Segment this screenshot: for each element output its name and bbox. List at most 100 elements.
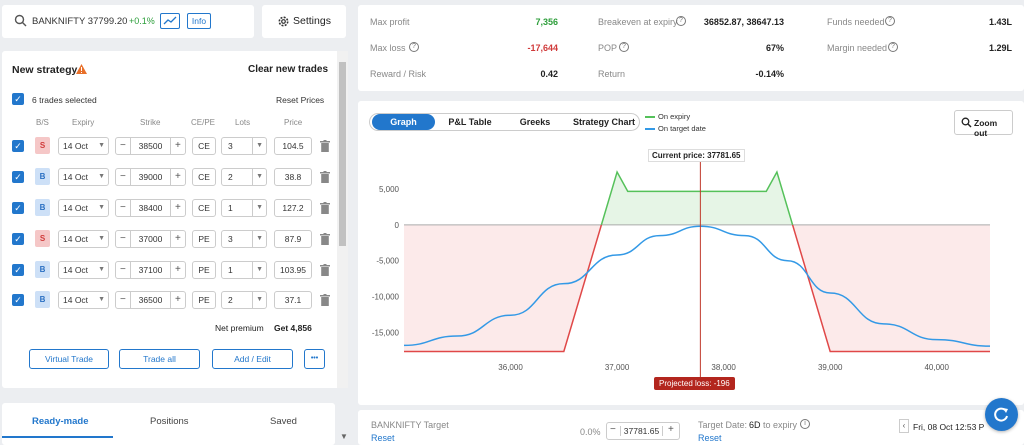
option-type[interactable]: CE [192, 137, 216, 155]
strike-value[interactable]: 37000 [130, 231, 171, 247]
strike-stepper[interactable]: − 37100 + [115, 261, 186, 279]
expiry-select[interactable]: 14 Oct ▼ [58, 230, 109, 248]
expiry-select[interactable]: 14 Oct ▼ [58, 199, 109, 217]
decrement-button[interactable]: − [120, 292, 126, 308]
target-stepper[interactable]: − 37781.65 + [606, 422, 680, 440]
trade-all-button[interactable]: Trade all [119, 349, 200, 369]
increment-button[interactable]: + [175, 138, 181, 154]
tab-pl-table[interactable]: P&L Table [440, 114, 500, 130]
expiry-select[interactable]: 14 Oct ▼ [58, 261, 109, 279]
price-input[interactable]: 103.95 [274, 261, 312, 279]
strike-stepper[interactable]: − 38500 + [115, 137, 186, 155]
info-icon[interactable]: ? [676, 16, 686, 26]
strike-stepper[interactable]: − 37000 + [115, 230, 186, 248]
row-checkbox[interactable]: ✓ [12, 202, 24, 214]
increment-button[interactable]: + [175, 262, 181, 278]
row-checkbox[interactable]: ✓ [12, 233, 24, 245]
strike-stepper[interactable]: − 38400 + [115, 199, 186, 217]
decrement-button[interactable]: − [120, 200, 126, 216]
trash-icon[interactable] [320, 202, 330, 216]
strike-stepper[interactable]: − 36500 + [115, 291, 186, 309]
increment-button[interactable]: + [175, 231, 181, 247]
info-icon[interactable]: ? [619, 42, 629, 52]
refresh-fab[interactable] [985, 398, 1018, 431]
strike-value[interactable]: 38500 [130, 138, 171, 154]
bs-badge[interactable]: B [35, 199, 50, 216]
add-edit-button[interactable]: Add / Edit [212, 349, 293, 369]
info-icon[interactable]: ? [888, 42, 898, 52]
info-icon[interactable]: ? [885, 16, 895, 26]
expiry-select[interactable]: 14 Oct ▼ [58, 137, 109, 155]
strike-value[interactable]: 39000 [130, 169, 171, 185]
select-all-checkbox[interactable]: ✓ [12, 93, 24, 105]
row-checkbox[interactable]: ✓ [12, 140, 24, 152]
strike-value[interactable]: 36500 [130, 292, 171, 308]
date-reset-link[interactable]: Reset [698, 433, 722, 443]
decrement-button[interactable]: − [610, 424, 616, 435]
option-type[interactable]: CE [192, 168, 216, 186]
reset-prices-button[interactable]: Reset Prices [276, 95, 324, 105]
price-input[interactable]: 87.9 [274, 230, 312, 248]
tab-graph[interactable]: Graph [372, 114, 435, 130]
trash-icon[interactable] [320, 140, 330, 154]
option-type[interactable]: PE [192, 291, 216, 309]
lots-select[interactable]: 1 ▼ [221, 261, 267, 279]
increment-button[interactable]: + [175, 200, 181, 216]
settings-button[interactable]: Settings [262, 5, 346, 38]
tab-saved[interactable]: Saved [270, 416, 297, 427]
scroll-down-arrow[interactable]: ▼ [340, 432, 348, 441]
info-button[interactable]: Info [187, 13, 211, 29]
increment-button[interactable]: + [668, 424, 674, 435]
tab-greeks[interactable]: Greeks [505, 114, 565, 130]
bs-badge[interactable]: B [35, 168, 50, 185]
increment-button[interactable]: + [175, 169, 181, 185]
zoom-out-button[interactable]: Zoom out [954, 110, 1013, 138]
payoff-chart[interactable]: 5,000 0 -5,000 -10,000 -15,000 36,000 37,000 38… [358, 141, 1024, 395]
date-prev-button[interactable]: ‹ [899, 419, 909, 433]
info-icon[interactable]: ? [409, 42, 419, 52]
info-icon[interactable]: i [800, 419, 810, 429]
option-type[interactable]: PE [192, 261, 216, 279]
tab-positions[interactable]: Positions [150, 416, 189, 427]
expiry-select[interactable]: 14 Oct ▼ [58, 168, 109, 186]
lots-select[interactable]: 2 ▼ [221, 291, 267, 309]
decrement-button[interactable]: − [120, 138, 126, 154]
row-checkbox[interactable]: ✓ [12, 264, 24, 276]
decrement-button[interactable]: − [120, 169, 126, 185]
trash-icon[interactable] [320, 264, 330, 278]
strike-value[interactable]: 37100 [130, 262, 171, 278]
lots-select[interactable]: 3 ▼ [221, 230, 267, 248]
virtual-trade-button[interactable]: Virtual Trade [29, 349, 109, 369]
scrollbar-thumb[interactable] [339, 62, 346, 246]
tab-ready-made[interactable]: Ready-made [32, 416, 89, 427]
price-input[interactable]: 127.2 [274, 199, 312, 217]
strike-stepper[interactable]: − 39000 + [115, 168, 186, 186]
lots-select[interactable]: 1 ▼ [221, 199, 267, 217]
row-checkbox[interactable]: ✓ [12, 171, 24, 183]
price-input[interactable]: 37.1 [274, 291, 312, 309]
bs-badge[interactable]: B [35, 291, 50, 308]
decrement-button[interactable]: − [120, 231, 126, 247]
option-type[interactable]: PE [192, 230, 216, 248]
price-input[interactable]: 104.5 [274, 137, 312, 155]
expiry-select[interactable]: 14 Oct ▼ [58, 291, 109, 309]
clear-new-trades-button[interactable]: Clear new trades [248, 64, 328, 75]
target-reset-link[interactable]: Reset [371, 433, 395, 443]
tab-strategy-chart[interactable]: Strategy Chart [570, 114, 638, 130]
bs-badge[interactable]: S [35, 230, 50, 247]
search-box[interactable]: BANKNIFTY 37799.20 +0.1% Info [2, 5, 254, 38]
lots-select[interactable]: 2 ▼ [221, 168, 267, 186]
target-value[interactable]: 37781.65 [620, 426, 663, 436]
decrement-button[interactable]: − [120, 262, 126, 278]
trash-icon[interactable] [320, 294, 330, 308]
bs-badge[interactable]: S [35, 137, 50, 154]
bs-badge[interactable]: B [35, 261, 50, 278]
trash-icon[interactable] [320, 171, 330, 185]
lots-select[interactable]: 3 ▼ [221, 137, 267, 155]
chart-trend-icon[interactable] [160, 13, 180, 29]
more-options-button[interactable]: ••• [304, 349, 325, 369]
row-checkbox[interactable]: ✓ [12, 294, 24, 306]
strike-value[interactable]: 38400 [130, 200, 171, 216]
option-type[interactable]: CE [192, 199, 216, 217]
trash-icon[interactable] [320, 233, 330, 247]
